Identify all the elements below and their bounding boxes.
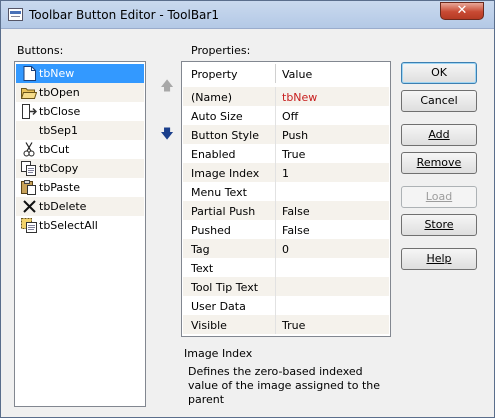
list-item-tbdelete[interactable]: tbDelete [16, 197, 144, 216]
property-row-auto-size[interactable]: Auto Size Off [183, 106, 389, 125]
property-row-pushed[interactable]: Pushed False [183, 220, 389, 239]
new-file-icon [21, 66, 37, 82]
property-value[interactable]: Push [282, 129, 308, 142]
description-text: Defines the zero-based indexed value of … [188, 365, 381, 406]
properties-header: Property Value [183, 64, 389, 83]
remove-button[interactable]: Remove [401, 152, 477, 174]
add-button[interactable]: Add [401, 124, 477, 146]
remove-button-label: Remove [416, 156, 462, 169]
property-row-menu-text[interactable]: Menu Text [183, 182, 389, 201]
list-item-tbopen[interactable]: tbOpen [16, 83, 144, 102]
property-row-button-style[interactable]: Button Style Push [183, 125, 389, 144]
copy-icon [21, 161, 37, 177]
property-value[interactable]: False [282, 205, 310, 218]
paste-icon [21, 180, 37, 196]
property-value[interactable]: tbNew [282, 91, 317, 104]
property-name: Text [191, 262, 214, 275]
help-button[interactable]: Help [401, 248, 477, 270]
property-name: Tag [191, 243, 210, 256]
list-item-tbpaste[interactable]: tbPaste [16, 178, 144, 197]
list-item-label: tbPaste [39, 181, 80, 194]
properties-grid[interactable]: Property Value (Name) tbNew Auto Size Of… [181, 61, 391, 337]
property-row-text[interactable]: Text [183, 258, 389, 277]
property-row-tool-tip-text[interactable]: Tool Tip Text [183, 277, 389, 296]
list-item-tbselectall[interactable]: tbSelectAll [16, 216, 144, 235]
list-item-tbsep1[interactable]: tbSep1 [16, 121, 144, 140]
load-button-label: Load [425, 190, 453, 203]
list-item-tbclose[interactable]: tbClose [16, 102, 144, 121]
toolbar-button-editor-dialog: Toolbar Button Editor - ToolBar1 ✕ Butto… [0, 0, 495, 418]
property-name: Pushed [191, 224, 231, 237]
property-value[interactable]: True [282, 148, 305, 161]
help-button-label: Help [426, 252, 452, 265]
list-item-label: tbDelete [39, 200, 87, 213]
list-item-tbcut[interactable]: tbCut [16, 140, 144, 159]
store-button-label: Store [424, 218, 454, 231]
ok-button[interactable]: OK [401, 62, 477, 84]
list-item-label: tbClose [39, 105, 81, 118]
close-doc-icon [21, 104, 37, 120]
move-up-arrow[interactable]: 🡅 [160, 80, 174, 94]
property-row-partial-push[interactable]: Partial Push False [183, 201, 389, 220]
property-value[interactable]: 1 [282, 167, 289, 180]
property-name: (Name) [191, 91, 233, 104]
list-item-label: tbOpen [39, 86, 80, 99]
select-all-icon [21, 218, 37, 234]
property-value[interactable]: 0 [282, 243, 289, 256]
list-item-tbnew[interactable]: tbNew [16, 64, 144, 83]
property-row-image-index[interactable]: Image Index 1 [183, 163, 389, 182]
property-name: Menu Text [191, 186, 247, 199]
open-folder-icon [21, 85, 37, 101]
title-bar[interactable]: Toolbar Button Editor - ToolBar1 ✕ [1, 1, 494, 29]
property-name: Image Index [191, 167, 260, 180]
property-name: Tool Tip Text [191, 281, 259, 294]
property-row-enabled[interactable]: Enabled True [183, 144, 389, 163]
value-column-header: Value [282, 68, 313, 81]
property-row-visible[interactable]: Visible True [183, 315, 389, 334]
property-name: Auto Size [191, 110, 243, 123]
property-row-user-data[interactable]: User Data [183, 296, 389, 315]
store-button[interactable]: Store [401, 214, 477, 236]
property-name: Partial Push [191, 205, 256, 218]
window-title: Toolbar Button Editor - ToolBar1 [29, 8, 219, 22]
properties-label: Properties: [191, 44, 251, 57]
list-item-label: tbSep1 [39, 124, 79, 137]
list-item-tbcopy[interactable]: tbCopy [16, 159, 144, 178]
list-item-label: tbNew [39, 67, 75, 80]
buttons-label: Buttons: [17, 44, 64, 57]
property-value[interactable]: True [282, 319, 305, 332]
property-name: Enabled [191, 148, 236, 161]
cancel-button[interactable]: Cancel [401, 90, 477, 112]
list-item-label: tbCopy [39, 162, 79, 175]
close-button[interactable]: ✕ [440, 2, 484, 20]
list-item-label: tbSelectAll [39, 219, 98, 232]
property-row-name[interactable]: (Name) tbNew [183, 87, 389, 106]
toolbar-app-icon [8, 8, 23, 21]
buttons-list[interactable]: tbNew tbOpen tbClose tbSep1 tbCut tbCopy… [14, 61, 146, 407]
property-column-header: Property [191, 68, 238, 81]
add-button-label: Add [428, 128, 450, 141]
property-value[interactable]: False [282, 224, 310, 237]
property-name: User Data [191, 300, 246, 313]
property-value[interactable]: Off [282, 110, 298, 123]
delete-x-icon [21, 199, 37, 215]
move-down-arrow[interactable]: 🡇 [160, 128, 174, 142]
list-item-label: tbCut [39, 143, 70, 156]
property-name: Visible [191, 319, 227, 332]
load-button[interactable]: Load [401, 186, 477, 208]
property-name: Button Style [191, 129, 259, 142]
description-title: Image Index [184, 347, 253, 360]
property-row-tag[interactable]: Tag 0 [183, 239, 389, 258]
scissors-icon [21, 142, 37, 158]
